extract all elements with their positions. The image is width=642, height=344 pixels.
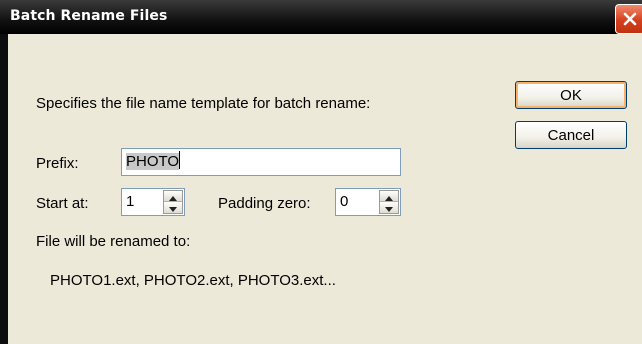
text-caret <box>179 151 181 169</box>
prefix-input[interactable]: PHOTO <box>121 148 401 176</box>
preview-value: PHOTO1.ext, PHOTO2.ext, PHOTO3.ext... <box>50 272 336 289</box>
padding-zero-value: 0 <box>340 193 349 210</box>
title-bar[interactable]: Batch Rename Files <box>0 0 642 34</box>
close-icon <box>623 12 637 26</box>
start-at-spin-down[interactable] <box>164 202 182 213</box>
padding-zero-label: Padding zero: <box>218 195 311 212</box>
description-text: Specifies the file name template for bat… <box>36 95 371 112</box>
ok-button[interactable]: OK <box>515 81 627 109</box>
window-title: Batch Rename Files <box>10 8 168 24</box>
prefix-label: Prefix: <box>36 155 79 172</box>
arrow-down-icon <box>385 199 393 216</box>
arrow-down-icon <box>169 199 177 216</box>
start-at-label: Start at: <box>36 195 89 212</box>
dialog-body: Specifies the file name template for bat… <box>8 34 642 344</box>
batch-rename-dialog: Batch Rename Files Specifies the file na… <box>0 0 642 344</box>
cancel-button[interactable]: Cancel <box>515 121 627 149</box>
padding-zero-spinner[interactable] <box>379 190 399 214</box>
close-button[interactable] <box>615 4 642 34</box>
start-at-spinner[interactable] <box>163 190 183 214</box>
start-at-value: 1 <box>126 193 135 210</box>
prefix-value: PHOTO <box>126 153 180 170</box>
padding-zero-spin-down[interactable] <box>380 202 398 213</box>
preview-label: File will be renamed to: <box>36 233 191 250</box>
